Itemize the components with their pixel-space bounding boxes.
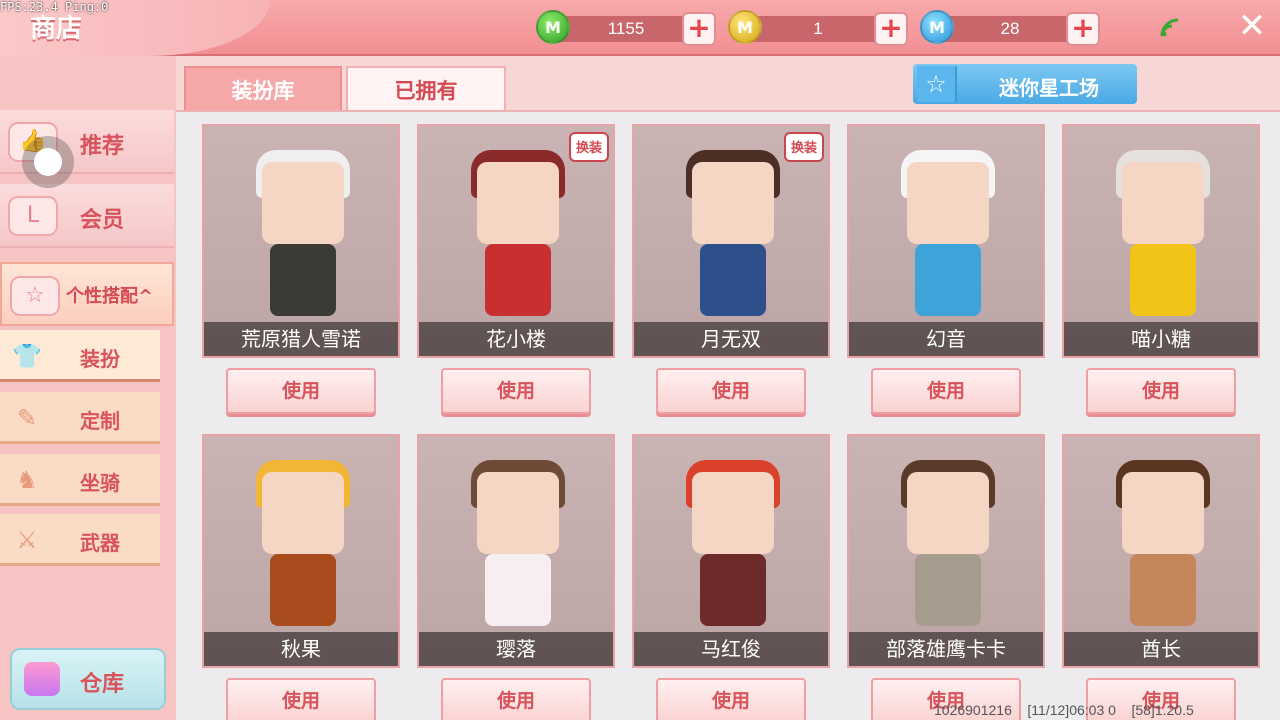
sidebar-sub-custom[interactable]: ✎ 定制 <box>0 392 160 444</box>
sidebar-sub-mount[interactable]: ♞ 坐骑 <box>0 454 160 506</box>
wifi-icon <box>1160 18 1182 38</box>
close-button[interactable]: ✕ <box>1234 8 1270 44</box>
use-button[interactable]: 使用 <box>226 368 376 414</box>
close-icon: ✕ <box>1237 6 1267 46</box>
outfit-card[interactable]: 喵小糖 <box>1062 124 1260 358</box>
mini-workshop-button[interactable]: ☆ 迷你星工场 <box>913 64 1137 104</box>
character-head <box>692 472 774 554</box>
debug-overlay: FPS:23.4 Ping:0 <box>0 0 109 14</box>
pencil-icon: ✎ <box>16 404 38 432</box>
character-body <box>700 244 766 316</box>
outfit-name: 幻音 <box>849 322 1043 356</box>
shirt-icon: 👕 <box>12 342 42 370</box>
use-button[interactable]: 使用 <box>656 678 806 720</box>
character-head <box>692 162 774 244</box>
outfit-card[interactable]: 秋果 <box>202 434 400 668</box>
tab-owned[interactable]: 已拥有 <box>346 66 506 112</box>
outfit-name: 部落雄鹰卡卡 <box>849 632 1043 666</box>
character-body <box>485 554 551 626</box>
top-bar: 商店 FPS:23.4 Ping:0 M 1155 + M 1 + M 28 +… <box>0 0 1280 56</box>
character-body <box>270 554 336 626</box>
use-button[interactable]: 使用 <box>656 368 806 414</box>
character-body <box>270 244 336 316</box>
chevron-up-icon: ^ <box>138 286 154 307</box>
character-body <box>1130 244 1196 316</box>
character-body <box>700 554 766 626</box>
warehouse-button[interactable]: 仓库 <box>10 648 166 710</box>
character-head <box>262 162 344 244</box>
vip-icon: L <box>8 196 58 236</box>
sidebar-item-vip[interactable]: L 会员 <box>0 184 174 248</box>
use-button[interactable]: 使用 <box>441 368 591 414</box>
mini-coin-icon: M <box>536 10 570 44</box>
character-head <box>1122 472 1204 554</box>
outfit-name: 荒原猎人雪诺 <box>204 322 398 356</box>
outfit-card[interactable]: 酋长 <box>1062 434 1260 668</box>
sidebar-item-style[interactable]: ☆ 个性搭配^ <box>0 262 174 326</box>
star-icon: ☆ <box>917 66 957 102</box>
outfit-name: 月无双 <box>634 322 828 356</box>
mini-bean-icon: M <box>920 10 954 44</box>
add-gold-coin-button[interactable]: + <box>874 12 908 46</box>
gold-coin-icon: M <box>728 10 762 44</box>
outfit-name: 喵小糖 <box>1064 322 1258 356</box>
swap-badge: 换装 <box>784 132 824 162</box>
use-button[interactable]: 使用 <box>441 678 591 720</box>
outfit-card[interactable]: 部落雄鹰卡卡 <box>847 434 1045 668</box>
tab-outfit-library[interactable]: 装扮库 <box>184 66 342 112</box>
mini-bean-value: 28 <box>1000 19 1020 38</box>
outfit-card[interactable]: 马红俊 <box>632 434 830 668</box>
use-button[interactable]: 使用 <box>1086 368 1236 414</box>
sidebar: 👍 推荐 L 会员 ☆ 个性搭配^ 👕 装扮 ✎ 定制 ♞ 坐骑 ⚔ 武器 仓库 <box>0 56 176 720</box>
character-body <box>485 244 551 316</box>
character-head <box>477 472 559 554</box>
sidebar-sub-outfit[interactable]: 👕 装扮 <box>0 330 160 382</box>
version-info: 1026901216 [11/12]06:03 0 [58]1.20.5 <box>934 702 1194 718</box>
character-head <box>907 162 989 244</box>
outfit-name: 酋长 <box>1064 632 1258 666</box>
chest-icon <box>24 662 60 696</box>
character-head <box>477 162 559 244</box>
swap-badge: 换装 <box>569 132 609 162</box>
gold-coin-value: 1 <box>813 19 823 38</box>
floating-joystick[interactable] <box>22 136 74 188</box>
outfit-name: 马红俊 <box>634 632 828 666</box>
outfit-name: 花小楼 <box>419 322 613 356</box>
outfit-name: 秋果 <box>204 632 398 666</box>
use-button[interactable]: 使用 <box>226 678 376 720</box>
main-panel: 装扮库 已拥有 ☆ 迷你星工场 荒原猎人雪诺 使用 换装 花小楼 使用 换装 月无双 使用 幻音… <box>176 56 1280 720</box>
outfit-grid: 荒原猎人雪诺 使用 换装 花小楼 使用 换装 月无双 使用 幻音 使用 喵小糖 使用 秋果 使用 璎落 使用马… <box>176 110 1280 720</box>
mount-icon: ♞ <box>16 466 38 494</box>
style-icon: ☆ <box>10 276 60 316</box>
gun-icon: ⚔ <box>16 526 38 554</box>
character-body <box>915 554 981 626</box>
outfit-name: 璎落 <box>419 632 613 666</box>
character-head <box>907 472 989 554</box>
outfit-card[interactable]: 换装花小楼 <box>417 124 615 358</box>
outfit-card[interactable]: 荒原猎人雪诺 <box>202 124 400 358</box>
outfit-card[interactable]: 幻音 <box>847 124 1045 358</box>
character-body <box>915 244 981 316</box>
character-head <box>262 472 344 554</box>
character-body <box>1130 554 1196 626</box>
add-mini-coin-button[interactable]: + <box>682 12 716 46</box>
sidebar-sub-weapon[interactable]: ⚔ 武器 <box>0 514 160 566</box>
add-mini-bean-button[interactable]: + <box>1066 12 1100 46</box>
outfit-card[interactable]: 换装月无双 <box>632 124 830 358</box>
character-head <box>1122 162 1204 244</box>
mini-coin-value: 1155 <box>607 19 645 38</box>
outfit-card[interactable]: 璎落 <box>417 434 615 668</box>
use-button[interactable]: 使用 <box>871 368 1021 414</box>
